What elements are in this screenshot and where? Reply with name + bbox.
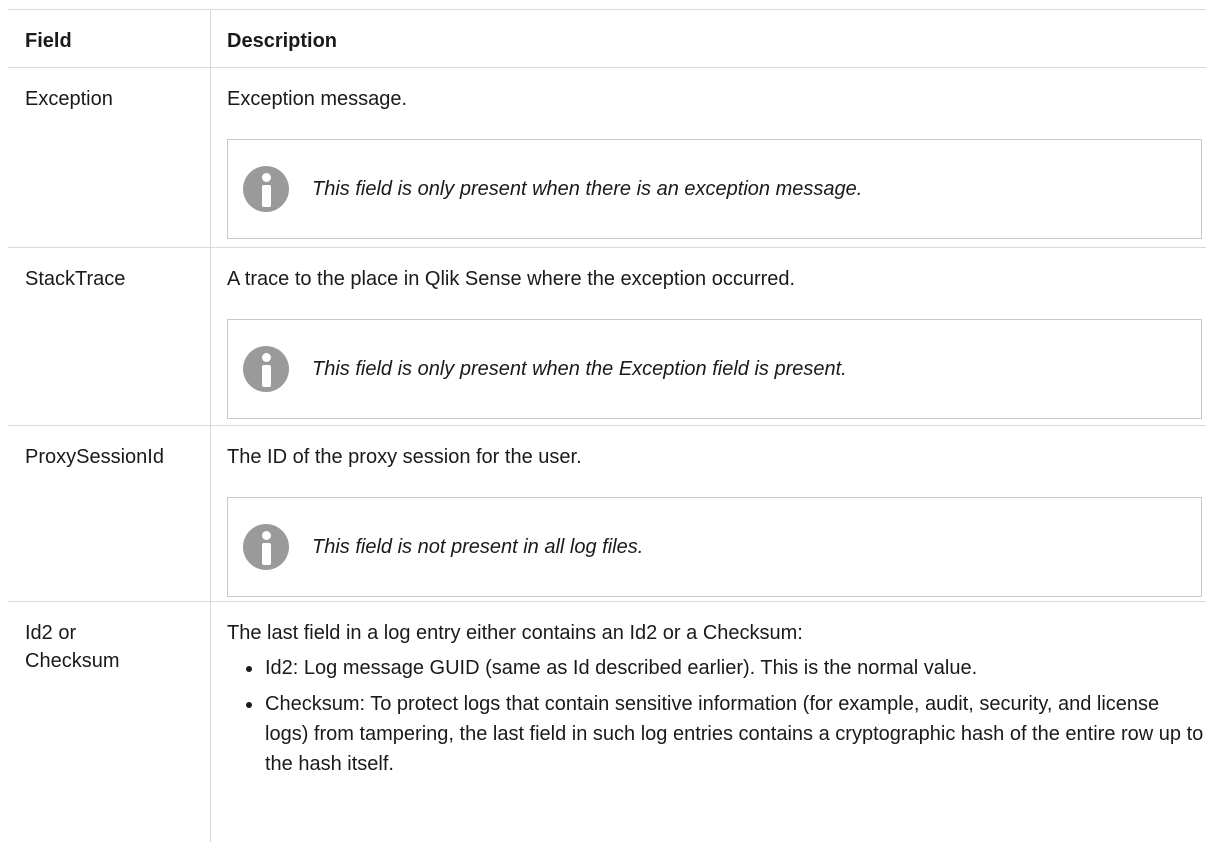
field-name: Exception — [8, 68, 211, 247]
list-item: Checksum: To protect logs that contain s… — [246, 689, 1205, 779]
note-box: This field is only present when the Exce… — [227, 319, 1202, 419]
field-description: The ID of the proxy session for the user… — [211, 426, 1206, 601]
note-text: This field is only present when there is… — [312, 178, 863, 200]
note-box: This field is not present in all log fil… — [227, 497, 1202, 597]
description-text: The last field in a log entry either con… — [227, 622, 803, 644]
header-field: Field — [8, 10, 211, 67]
description-text: The ID of the proxy session for the user… — [227, 446, 582, 468]
info-icon — [243, 166, 289, 212]
note-text: This field is not present in all log fil… — [312, 536, 644, 558]
table-row: Exception Exception message. This field … — [8, 68, 1206, 248]
table-row: Id2 or Checksum The last field in a log … — [8, 602, 1206, 842]
table-row: StackTrace A trace to the place in Qlik … — [8, 248, 1206, 426]
info-icon — [243, 524, 289, 570]
field-description: The last field in a log entry either con… — [211, 602, 1206, 842]
info-icon — [243, 346, 289, 392]
note-text: This field is only present when the Exce… — [312, 358, 847, 380]
field-description-table: Field Description Exception Exception me… — [8, 9, 1206, 842]
bullet-list: Id2: Log message GUID (same as Id descri… — [227, 653, 1206, 779]
field-name: ProxySessionId — [8, 426, 211, 601]
field-description: A trace to the place in Qlik Sense where… — [211, 248, 1206, 425]
field-description: Exception message. This field is only pr… — [211, 68, 1206, 247]
field-name-line2: Checksum — [25, 650, 120, 672]
table-row: ProxySessionId The ID of the proxy sessi… — [8, 426, 1206, 602]
table-header-row: Field Description — [8, 9, 1206, 68]
header-description: Description — [227, 30, 338, 52]
note-box: This field is only present when there is… — [227, 139, 1202, 239]
field-name-line1: Id2 or — [25, 622, 77, 644]
field-name: Id2 or Checksum — [8, 602, 211, 842]
list-item: Id2: Log message GUID (same as Id descri… — [246, 653, 1205, 683]
description-text: Exception message. — [227, 88, 408, 110]
description-text: A trace to the place in Qlik Sense where… — [227, 268, 796, 290]
field-name: StackTrace — [8, 248, 211, 425]
